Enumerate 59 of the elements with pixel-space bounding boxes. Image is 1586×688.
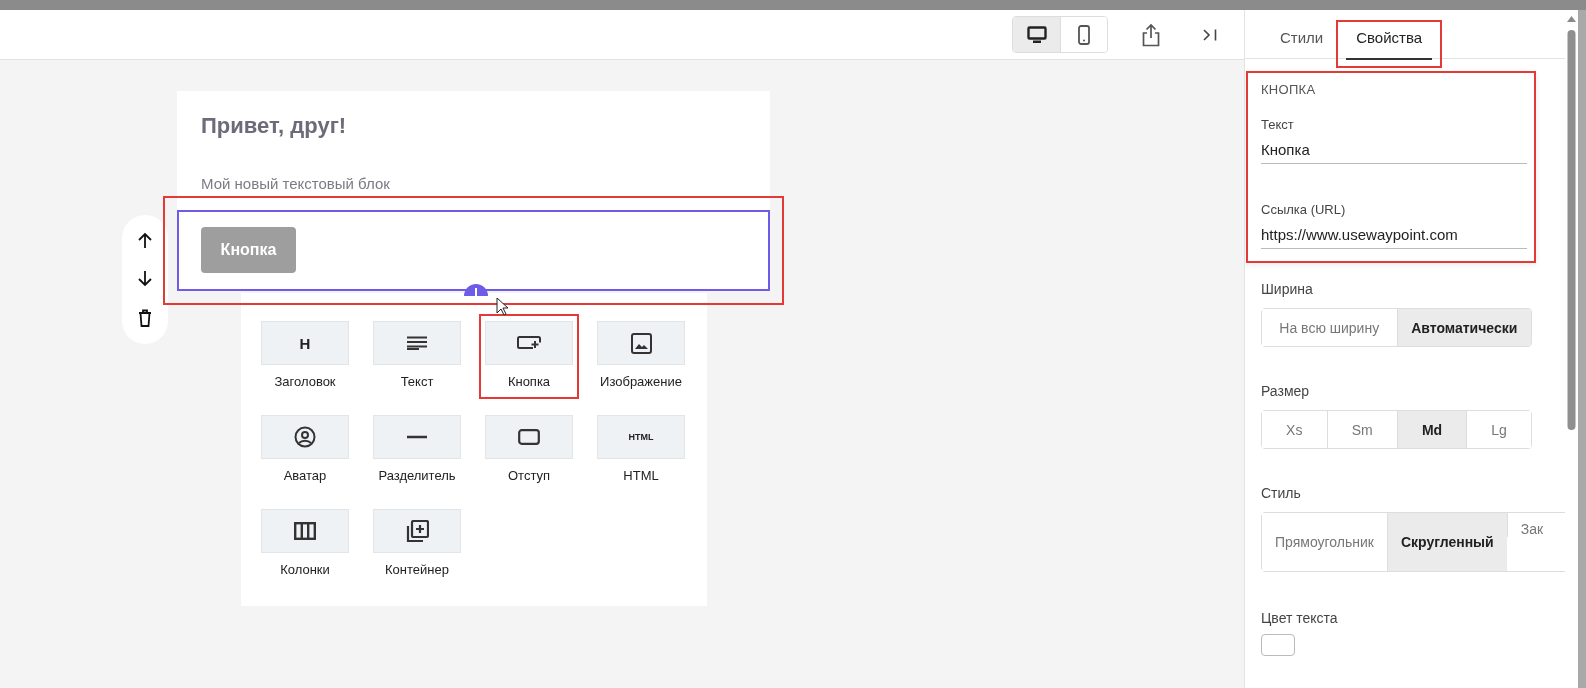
block-label: Изображение	[600, 374, 682, 389]
text-field[interactable]: https://www.usewaypoint.com	[1261, 217, 1527, 249]
tile-glyph: HTML	[628, 432, 654, 442]
share-icon	[1142, 22, 1160, 47]
block-label: Отступ	[507, 468, 551, 483]
device-toggle[interactable]	[1060, 17, 1107, 52]
chevron-bar-icon	[1202, 27, 1218, 42]
block-label: Контейнер	[385, 562, 449, 577]
panel-tab[interactable]: Свойства	[1336, 20, 1443, 68]
arrow-down-icon[interactable]	[137, 270, 153, 288]
field-label: Ссылка (URL)	[1261, 202, 1347, 217]
lines-icon	[406, 336, 428, 350]
block-option[interactable]: Колонки	[255, 502, 355, 587]
color-swatch[interactable]	[1261, 634, 1295, 656]
block-option[interactable]: Контейнер	[367, 502, 467, 587]
block-label: Текст	[400, 374, 434, 389]
block-option[interactable]: Кнопка	[479, 314, 579, 399]
trash-icon[interactable]	[138, 309, 152, 328]
heading-text: Привет, друг!	[200, 112, 348, 140]
paragraph-text: Мой новый текстовый блок	[200, 174, 391, 194]
group-label: Размер	[1261, 383, 1311, 399]
arrow-up-icon[interactable]	[137, 231, 153, 249]
button-cursor-icon	[517, 336, 541, 350]
group-label: Стиль	[1261, 485, 1302, 501]
block-option[interactable]: Текст	[367, 314, 467, 399]
block-option[interactable]: Аватар	[255, 408, 355, 493]
add-layer-icon	[405, 519, 429, 543]
phone-icon	[1078, 24, 1090, 45]
block-option[interactable]: H Заголовок	[255, 314, 355, 399]
block-label: Разделитель	[378, 468, 456, 483]
block-label: Кнопка	[507, 374, 551, 389]
block-option[interactable]: Отступ	[479, 408, 579, 493]
block-label: HTML	[623, 468, 659, 483]
segment-option[interactable]: Автоматически	[1396, 309, 1531, 346]
field-label: Текст	[1261, 117, 1295, 132]
image-icon	[630, 332, 652, 354]
device-toggle[interactable]	[1013, 17, 1060, 52]
block-option[interactable]: HTML HTML	[591, 408, 691, 493]
segment-option[interactable]: Md	[1396, 411, 1467, 448]
monitor-icon	[1026, 25, 1047, 44]
group-label: Ширина	[1261, 281, 1314, 297]
rectangle-icon	[518, 429, 540, 445]
cursor-icon	[496, 297, 509, 316]
block-option[interactable]: Изображение	[591, 314, 691, 399]
block-label: Колонки	[280, 562, 330, 577]
columns-icon	[294, 522, 316, 540]
text-field[interactable]: Кнопка	[1261, 132, 1527, 164]
segment-option[interactable]: Скругленный	[1386, 513, 1507, 571]
block-label: Аватар	[283, 468, 327, 483]
panel-tab[interactable]: Стили	[1267, 20, 1337, 68]
line-icon	[407, 435, 427, 439]
segment-option[interactable]: Lg	[1466, 411, 1531, 448]
group-label: Цвет текста	[1261, 610, 1339, 626]
block-label: Заголовок	[274, 374, 336, 389]
block-option[interactable]: Разделитель	[367, 408, 467, 493]
user-circle-icon	[294, 426, 316, 448]
add-block-icon[interactable]	[464, 284, 488, 296]
section-title: КНОПКА	[1261, 82, 1317, 97]
tile-glyph: H	[299, 334, 311, 352]
